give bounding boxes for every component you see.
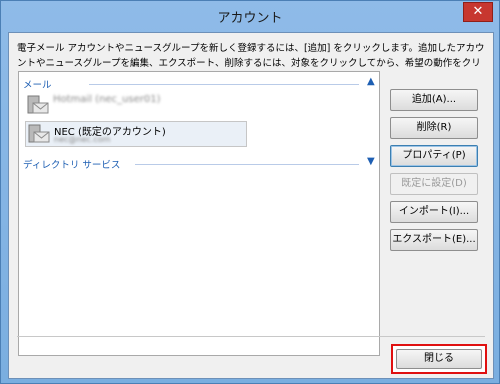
properties-button[interactable]: プロパティ(P) (390, 145, 478, 167)
close-button-highlight: 閉じる (391, 344, 487, 374)
footer-divider (17, 336, 485, 337)
group-label-directory: ディレクトリ サービス (23, 160, 121, 171)
title-bar: アカウント ✕ (1, 1, 499, 31)
account-item-nec[interactable]: NEC (既定のアカウント) nec@nec.com (25, 121, 247, 147)
chevron-down-icon[interactable]: ▼ (367, 156, 375, 167)
close-button[interactable]: 閉じる (396, 349, 482, 369)
group-divider (135, 164, 359, 165)
group-header-directory[interactable]: ディレクトリ サービス ▼ (23, 156, 375, 171)
account-dialog: アカウント ✕ 電子メール アカウントやニュースグループを新しく登録するには、[… (0, 0, 500, 384)
dialog-body: 電子メール アカウントやニュースグループを新しく登録するには、[追加] をクリッ… (8, 32, 494, 379)
add-button[interactable]: 追加(A)... (390, 89, 478, 111)
mail-account-icon (27, 95, 49, 114)
account-list[interactable]: メール ▲ Hotmail (nec_user01) NEC (既定のアカウント… (18, 71, 380, 356)
window-title: アカウント (217, 11, 283, 26)
import-button[interactable]: インポート(I)... (390, 201, 478, 223)
account-email: nec@nec.com (54, 135, 111, 144)
chevron-up-icon[interactable]: ▲ (367, 76, 375, 87)
export-button[interactable]: エクスポート(E)... (390, 229, 478, 251)
group-divider (89, 84, 359, 85)
delete-button[interactable]: 削除(R) (390, 117, 478, 139)
account-name: Hotmail (nec_user01) (53, 94, 161, 105)
group-header-mail[interactable]: メール ▲ (23, 76, 375, 91)
mail-account-icon (28, 124, 50, 143)
account-item-hotmail[interactable]: Hotmail (nec_user01) (25, 93, 245, 117)
group-label-mail: メール (23, 80, 52, 91)
set-default-button[interactable]: 既定に設定(D) (390, 173, 478, 195)
close-window-button[interactable]: ✕ (463, 2, 493, 22)
